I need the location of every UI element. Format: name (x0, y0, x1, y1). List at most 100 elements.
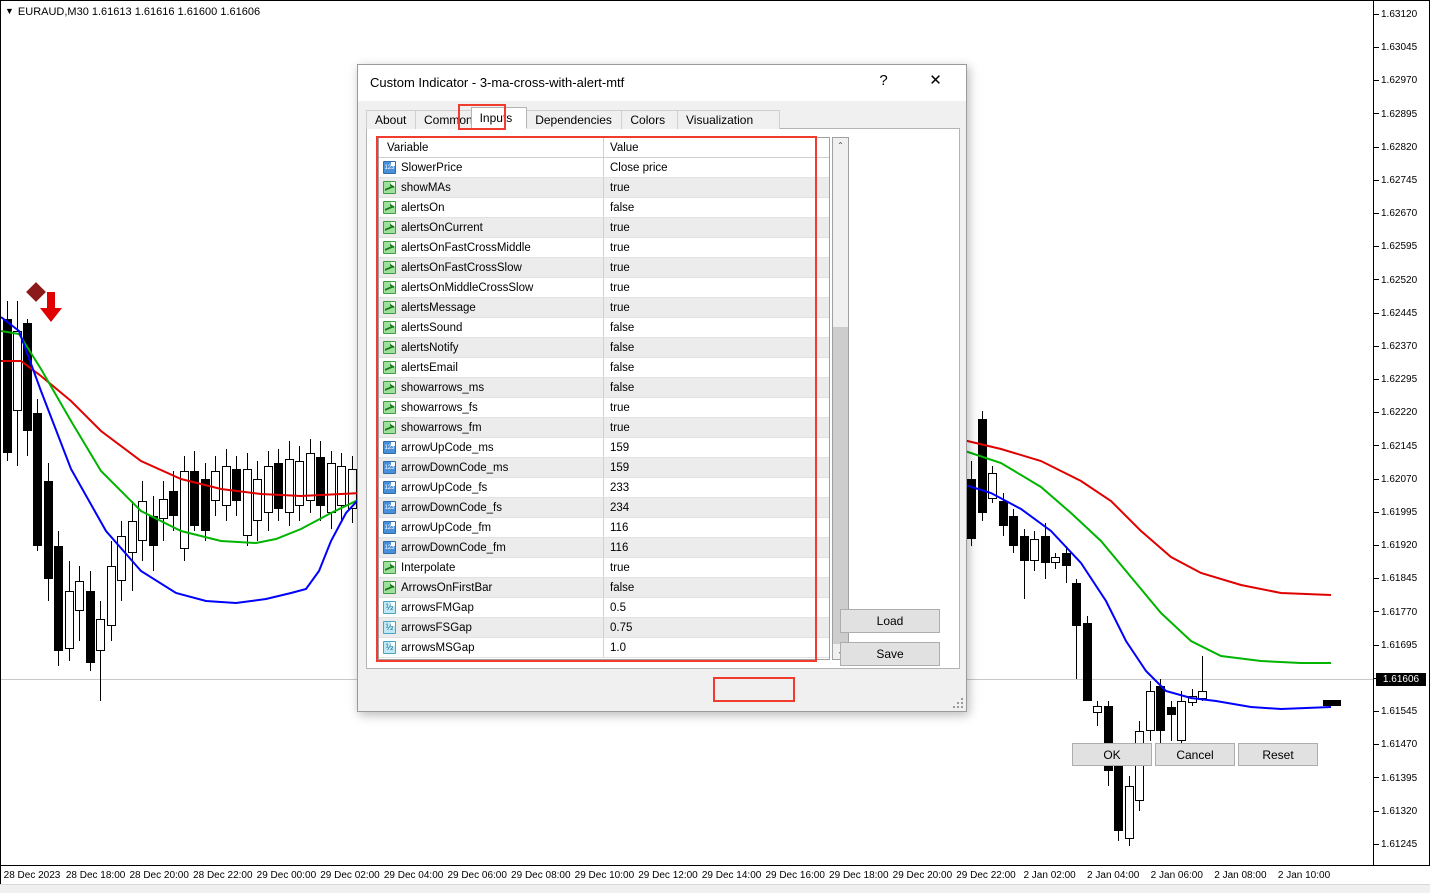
variable-cell: alertsEmail (379, 358, 604, 377)
time-tick-label: 29 Dec 02:00 (320, 870, 380, 881)
grid-row[interactable]: arrowsFMGap0.5 (379, 598, 829, 618)
tab-about[interactable]: About (366, 110, 416, 129)
grid-row[interactable]: Interpolatetrue (379, 558, 829, 578)
ma-line-fast (1, 317, 369, 603)
reset-button[interactable]: Reset (1238, 743, 1318, 766)
grid-row[interactable]: alertsOnCurrenttrue (379, 218, 829, 238)
value-cell[interactable]: false (604, 198, 829, 217)
value-label: false (610, 382, 634, 394)
chart-menu-caret-icon[interactable]: ▼ (5, 6, 14, 16)
value-label: false (610, 322, 634, 334)
value-cell[interactable]: true (604, 258, 829, 277)
price-tick-label: 1.61320 (1381, 806, 1417, 817)
grid-row[interactable]: arrowDownCode_fm116 (379, 538, 829, 558)
value-cell[interactable]: 116 (604, 518, 829, 537)
grid-row[interactable]: ArrowsOnFirstBarfalse (379, 578, 829, 598)
price-tick-label: 1.62745 (1381, 175, 1417, 186)
grid-row[interactable]: alertsOnMiddleCrossSlowtrue (379, 278, 829, 298)
help-button[interactable]: ? (861, 65, 906, 95)
grid-row[interactable]: alertsOnFastCrossSlowtrue (379, 258, 829, 278)
close-icon[interactable]: ✕ (913, 65, 958, 95)
save-button[interactable]: Save (840, 642, 940, 666)
value-cell[interactable]: 159 (604, 458, 829, 477)
value-cell[interactable]: 159 (604, 438, 829, 457)
resize-grip[interactable] (953, 698, 963, 708)
variable-label: arrowUpCode_fs (401, 482, 487, 494)
value-cell[interactable]: 0.5 (604, 598, 829, 617)
price-axis[interactable]: 1.631201.630451.629701.628951.628201.627… (1374, 0, 1430, 866)
load-button[interactable]: Load (840, 609, 940, 633)
variable-cell: arrowUpCode_fm (379, 518, 604, 537)
scroll-up-icon[interactable]: ⌃ (833, 138, 848, 153)
tab-common[interactable]: Common (415, 110, 472, 129)
variable-cell: alertsOn (379, 198, 604, 217)
current-price-tag: 1.61606 (1376, 673, 1426, 686)
number-icon (383, 461, 396, 474)
boolean-icon (383, 201, 396, 214)
grid-row[interactable]: alertsEmail false (379, 358, 829, 378)
grid-row[interactable]: arrowUpCode_fs 233 (379, 478, 829, 498)
dialog-titlebar[interactable]: Custom Indicator - 3-ma-cross-with-alert… (358, 65, 966, 102)
grid-row[interactable]: arrowDownCode_ms159 (379, 458, 829, 478)
cancel-button[interactable]: Cancel (1155, 743, 1235, 766)
time-tick-label: 29 Dec 08:00 (511, 870, 571, 881)
price-tick-label: 1.61245 (1381, 839, 1417, 850)
grid-row[interactable]: arrowDownCode_fs234 (379, 498, 829, 518)
grid-row[interactable]: alertsOnFastCrossMiddletrue (379, 238, 829, 258)
grid-scrollbar[interactable]: ⌃ ⌄ (832, 137, 849, 660)
price-tick-label: 1.62370 (1381, 341, 1417, 352)
ok-button[interactable]: OK (1072, 743, 1152, 766)
grid-row[interactable]: alertsOnfalse (379, 198, 829, 218)
value-cell[interactable]: true (604, 298, 829, 317)
value-cell[interactable]: 234 (604, 498, 829, 517)
variable-label: alertsEmail (401, 362, 458, 374)
grid-row[interactable]: arrowsFSGap0.75 (379, 618, 829, 638)
value-cell[interactable]: true (604, 178, 829, 197)
time-tick-label: 29 Dec 04:00 (384, 870, 444, 881)
scrollbar-thumb[interactable] (833, 327, 848, 644)
tab-visualization[interactable]: Visualization (677, 110, 780, 129)
value-cell[interactable]: true (604, 218, 829, 237)
variable-cell: alertsSound (379, 318, 604, 337)
value-label: 0.75 (610, 622, 632, 634)
value-cell[interactable]: false (604, 338, 829, 357)
grid-row[interactable]: SlowerPriceClose price (379, 158, 829, 178)
grid-row[interactable]: alertsMessagetrue (379, 298, 829, 318)
grid-row[interactable]: alertsNotifyfalse (379, 338, 829, 358)
value-cell[interactable]: true (604, 278, 829, 297)
value-cell[interactable]: false (604, 358, 829, 377)
value-cell[interactable]: Close price (604, 158, 829, 177)
grid-row[interactable]: showarrows_fmtrue (379, 418, 829, 438)
price-tick: 1.62295 (1374, 374, 1430, 386)
value-cell[interactable]: 116 (604, 538, 829, 557)
tab-dependencies[interactable]: Dependencies (526, 110, 622, 129)
time-tick-label: 29 Dec 00:00 (257, 870, 317, 881)
variable-label: showarrows_ms (401, 382, 484, 394)
value-cell[interactable]: 0.75 (604, 618, 829, 637)
value-cell[interactable]: true (604, 558, 829, 577)
grid-row[interactable]: showarrows_ms false (379, 378, 829, 398)
grid-row[interactable]: arrowsMSGap1.0 (379, 638, 829, 658)
tab-colors[interactable]: Colors (621, 110, 678, 129)
value-cell[interactable]: true (604, 418, 829, 437)
value-cell[interactable]: 233 (604, 478, 829, 497)
grid-row[interactable]: arrowUpCode_fm 116 (379, 518, 829, 538)
grid-row[interactable]: showarrows_fstrue (379, 398, 829, 418)
value-cell[interactable]: false (604, 318, 829, 337)
time-tick-label: 2 Jan 10:00 (1278, 870, 1330, 881)
tab-inputs[interactable]: Inputs (471, 107, 528, 129)
grid-row[interactable]: alertsSound false (379, 318, 829, 338)
grid-row[interactable]: showMAstrue (379, 178, 829, 198)
variable-label: arrowUpCode_fm (401, 522, 491, 534)
value-cell[interactable]: true (604, 238, 829, 257)
grid-row[interactable]: arrowUpCode_ms159 (379, 438, 829, 458)
value-label: true (610, 402, 630, 414)
time-tick-label: 29 Dec 20:00 (893, 870, 953, 881)
time-tick-label: 29 Dec 16:00 (765, 870, 825, 881)
inputs-grid[interactable]: Variable Value SlowerPriceClose pricesho… (378, 137, 830, 660)
variable-cell: showarrows_ms (379, 378, 604, 397)
value-cell[interactable]: true (604, 398, 829, 417)
value-cell[interactable]: false (604, 578, 829, 597)
value-cell[interactable]: 1.0 (604, 638, 829, 657)
value-cell[interactable]: false (604, 378, 829, 397)
